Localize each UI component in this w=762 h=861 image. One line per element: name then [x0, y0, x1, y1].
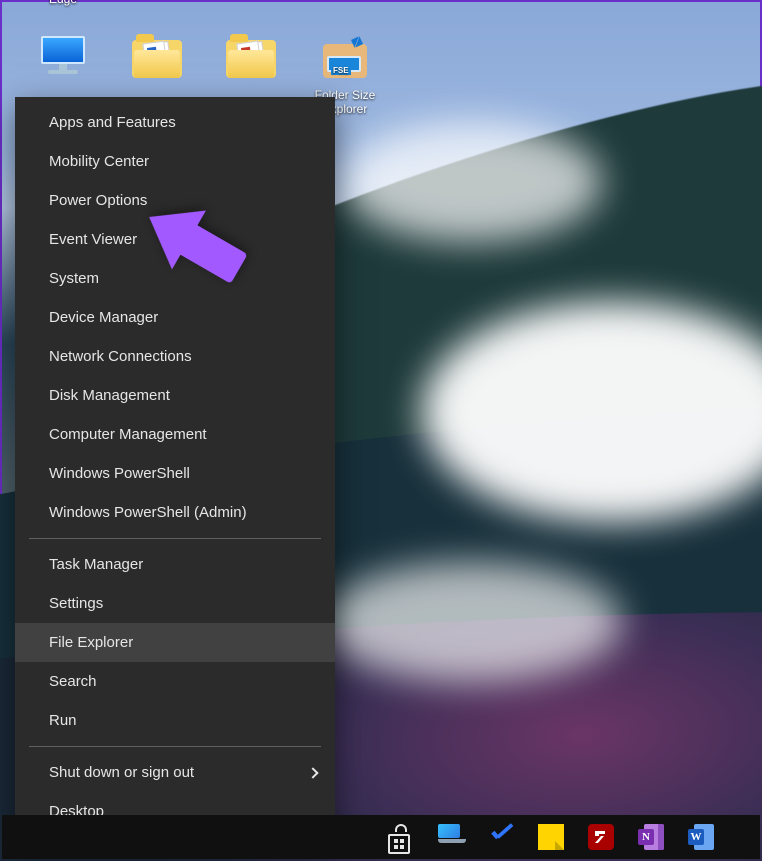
- filezilla-icon: [588, 824, 614, 850]
- menu-item-label: Mobility Center: [49, 153, 149, 170]
- onenote-icon: N: [638, 824, 664, 850]
- wallpaper-cloud: [322, 562, 622, 682]
- menu-item-label: Device Manager: [49, 309, 158, 326]
- microsoft-store-icon: [388, 824, 414, 850]
- taskbar-item-sticky-notes[interactable]: [526, 815, 576, 859]
- chevron-right-icon: [307, 767, 318, 778]
- taskbar-item-microsoft-store[interactable]: [376, 815, 426, 859]
- menu-item-label: Run: [49, 712, 77, 729]
- microsoft-todo-icon: [486, 824, 516, 850]
- folder-icon: [223, 40, 279, 88]
- menu-item-label: Event Viewer: [49, 231, 137, 248]
- menu-item-label: Windows PowerShell: [49, 465, 190, 482]
- pc-icon: [35, 36, 91, 84]
- word-icon: W: [688, 824, 714, 850]
- menu-item-file-explorer[interactable]: File Explorer: [15, 623, 335, 662]
- menu-item-run[interactable]: Run: [15, 701, 335, 740]
- menu-separator: [29, 538, 321, 539]
- menu-item-label: File Explorer: [49, 634, 133, 651]
- menu-item-shutdown-signout[interactable]: Shut down or sign out: [15, 753, 335, 792]
- menu-item-network-connections[interactable]: Network Connections: [15, 337, 335, 376]
- taskbar: N W: [2, 815, 760, 859]
- menu-item-disk-management[interactable]: Disk Management: [15, 376, 335, 415]
- menu-item-computer-management[interactable]: Computer Management: [15, 415, 335, 454]
- menu-item-settings[interactable]: Settings: [15, 584, 335, 623]
- taskbar-item-microsoft-todo[interactable]: [476, 815, 526, 859]
- menu-item-windows-powershell[interactable]: Windows PowerShell: [15, 454, 335, 493]
- menu-item-label: Search: [49, 673, 97, 690]
- folder-icon: [129, 40, 185, 88]
- menu-item-label: Apps and Features: [49, 114, 176, 131]
- menu-item-apps-and-features[interactable]: Apps and Features: [15, 103, 335, 142]
- menu-item-label: Shut down or sign out: [49, 764, 194, 781]
- taskbar-item-onenote[interactable]: N: [626, 815, 676, 859]
- menu-item-label: Settings: [49, 595, 103, 612]
- fse-icon: FSE: [317, 36, 373, 84]
- menu-item-label: Windows PowerShell (Admin): [49, 504, 247, 521]
- laptop-app-icon: [438, 824, 464, 850]
- menu-item-system[interactable]: System: [15, 259, 335, 298]
- sticky-notes-icon: [538, 824, 564, 850]
- menu-item-label: Task Manager: [49, 556, 143, 573]
- taskbar-item-word[interactable]: W: [676, 815, 726, 859]
- desktop-icon-folder-compressed[interactable]: [114, 36, 200, 92]
- menu-item-task-manager[interactable]: Task Manager: [15, 545, 335, 584]
- menu-item-search[interactable]: Search: [15, 662, 335, 701]
- menu-item-label: System: [49, 270, 99, 287]
- desktop-icon-label: Edge: [20, 0, 106, 6]
- menu-item-mobility-center[interactable]: Mobility Center: [15, 142, 335, 181]
- menu-item-label: Disk Management: [49, 387, 170, 404]
- menu-separator: [29, 746, 321, 747]
- menu-item-windows-powershell-admin[interactable]: Windows PowerShell (Admin): [15, 493, 335, 532]
- menu-item-label: Power Options: [49, 192, 147, 209]
- desktop-icon-folder-documents[interactable]: [208, 36, 294, 92]
- menu-item-label: Computer Management: [49, 426, 207, 443]
- menu-item-label: Network Connections: [49, 348, 192, 365]
- desktop-icon-edge[interactable]: Edge: [20, 0, 106, 6]
- taskbar-item-filezilla[interactable]: [576, 815, 626, 859]
- taskbar-item-laptop-app[interactable]: [426, 815, 476, 859]
- desktop-icon-this-pc[interactable]: [20, 36, 106, 88]
- menu-item-device-manager[interactable]: Device Manager: [15, 298, 335, 337]
